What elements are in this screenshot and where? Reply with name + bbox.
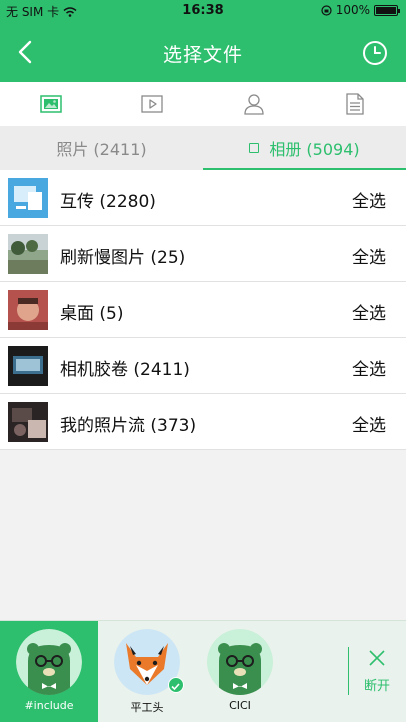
album-name: 我的照片流 (373) xyxy=(60,416,197,436)
device-name: #include xyxy=(24,699,74,712)
select-all-button[interactable]: 全选 xyxy=(352,299,386,324)
bear-avatar xyxy=(16,629,82,695)
tab-images[interactable] xyxy=(0,82,102,126)
list-item[interactable]: 相机胶卷 (2411) 全选 xyxy=(0,338,406,394)
select-all-button[interactable]: 全选 xyxy=(352,355,386,380)
album-name: 相机胶卷 (2411) xyxy=(60,360,190,380)
tab-contacts[interactable] xyxy=(203,82,305,126)
album-thumbnail xyxy=(8,234,48,274)
list-item[interactable]: 我的照片流 (373) 全选 xyxy=(0,394,406,450)
tab-albums-label: 相册 (5094) xyxy=(269,140,360,159)
nav-bar: 选择文件 xyxy=(0,22,406,82)
select-all-button[interactable]: 全选 xyxy=(352,187,386,212)
album-thumbnail xyxy=(8,178,48,218)
album-list: 互传 (2280) 全选 刷新慢图片 (25) 全选 桌面 (5) 全选 相机胶… xyxy=(0,170,406,450)
disconnect-label: 断开 xyxy=(363,679,390,694)
video-icon xyxy=(141,95,163,113)
orientation-lock-icon xyxy=(321,4,332,16)
contact-icon xyxy=(244,94,264,115)
tab-albums[interactable]: 相册 (5094) xyxy=(203,126,406,170)
tab-videos[interactable] xyxy=(102,82,204,126)
status-right: 100% xyxy=(321,3,400,17)
divider xyxy=(348,647,349,695)
tab-photos[interactable]: 照片 (2411) xyxy=(0,126,203,170)
status-bar: 无 SIM 卡 16:38 100% xyxy=(0,0,406,22)
album-name: 刷新慢图片 (25) xyxy=(60,248,186,268)
device-item[interactable]: CICI xyxy=(191,621,289,722)
tab-photos-label: 照片 (2411) xyxy=(56,140,147,159)
device-bar: #include 平工头 CICI 断开 xyxy=(0,620,406,722)
tab-documents[interactable] xyxy=(305,82,406,126)
device-item[interactable]: #include xyxy=(0,621,98,722)
close-icon xyxy=(369,650,385,666)
list-item[interactable]: 桌面 (5) 全选 xyxy=(0,282,406,338)
app-screen: 无 SIM 卡 16:38 100% 选择文件 照片 (2411) 相册 (50… xyxy=(0,0,406,722)
list-item[interactable]: 互传 (2280) 全选 xyxy=(0,170,406,226)
file-type-tabs xyxy=(0,82,406,126)
photo-album-segment: 照片 (2411) 相册 (5094) xyxy=(0,126,406,170)
album-thumbnail xyxy=(8,346,48,386)
image-icon xyxy=(40,95,62,113)
device-name: 平工头 xyxy=(130,701,164,714)
select-all-button[interactable]: 全选 xyxy=(352,243,386,268)
disconnect-button[interactable]: 断开 xyxy=(352,649,402,699)
checkbox-icon xyxy=(249,143,260,153)
album-thumbnail xyxy=(8,290,48,330)
battery-percent: 100% xyxy=(335,3,370,17)
select-all-button[interactable]: 全选 xyxy=(352,411,386,436)
battery-icon xyxy=(374,4,400,16)
device-item[interactable]: 平工头 xyxy=(98,621,196,722)
album-name: 桌面 (5) xyxy=(60,304,124,324)
clock-icon[interactable] xyxy=(362,40,388,66)
connected-check-icon xyxy=(168,677,184,693)
document-icon xyxy=(346,93,364,115)
list-item[interactable]: 刷新慢图片 (25) 全选 xyxy=(0,226,406,282)
device-name: CICI xyxy=(229,699,251,712)
bear-avatar xyxy=(207,629,273,695)
page-title: 选择文件 xyxy=(162,44,243,66)
album-name: 互传 (2280) xyxy=(60,192,156,212)
album-thumbnail xyxy=(8,402,48,442)
